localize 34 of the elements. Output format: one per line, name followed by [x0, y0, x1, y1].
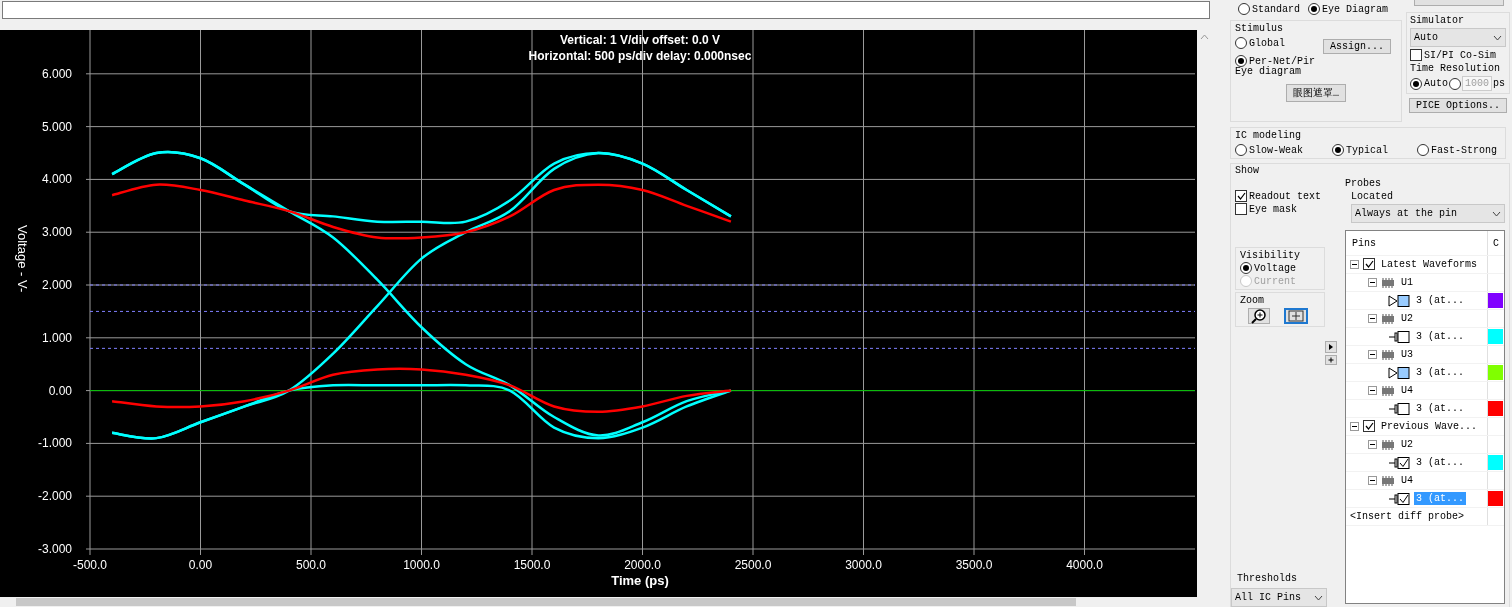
group-title: Stimulus	[1235, 23, 1284, 34]
x-axis-label: Time (ps)	[611, 573, 669, 588]
x-tick-label: 2500.0	[734, 558, 772, 572]
y-axis-label: Voltage - V-	[15, 225, 30, 293]
y-tick-label: -2.000	[37, 489, 72, 504]
group-title: Probes	[1345, 178, 1382, 189]
group-title: Time Resolution	[1410, 63, 1501, 74]
x-tick-label: 1500.0	[513, 558, 551, 572]
field-label: Located	[1351, 191, 1394, 202]
unit-label: ps	[1493, 78, 1506, 89]
y-tick-label: -1.000	[37, 436, 72, 451]
y-tick-label: -3.000	[37, 542, 72, 556]
y-tick-label: 5.000	[41, 119, 72, 134]
y-tick-label: 4.000	[41, 172, 72, 187]
x-tick-label: 3000.0	[845, 558, 882, 572]
group-title: Visibility	[1240, 250, 1301, 261]
x-tick-label: 2000.0	[624, 558, 661, 572]
x-tick-label: 4000.0	[1066, 558, 1103, 572]
group-title: Eye diagram	[1235, 66, 1302, 77]
y-tick-label: 3.000	[41, 225, 72, 240]
x-tick-label: 500.0	[296, 558, 326, 572]
x-tick-label: -500.0	[73, 558, 107, 572]
x-tick-label: 3500.0	[955, 558, 993, 572]
y-tick-label: 6.000	[41, 66, 72, 81]
group-title: IC modeling	[1235, 130, 1302, 141]
y-tick-label: 2.000	[41, 278, 72, 292]
group-title: Simulator	[1410, 15, 1465, 26]
y-tick-label: 0.00	[48, 383, 72, 398]
x-tick-label: 1000.0	[403, 558, 440, 572]
y-tick-label: 1.000	[41, 330, 72, 345]
group-title: Thresholds	[1237, 573, 1298, 584]
group-title: Show	[1235, 165, 1260, 176]
group-title: Zoom	[1240, 295, 1265, 306]
x-tick-label: 0.00	[188, 558, 213, 572]
